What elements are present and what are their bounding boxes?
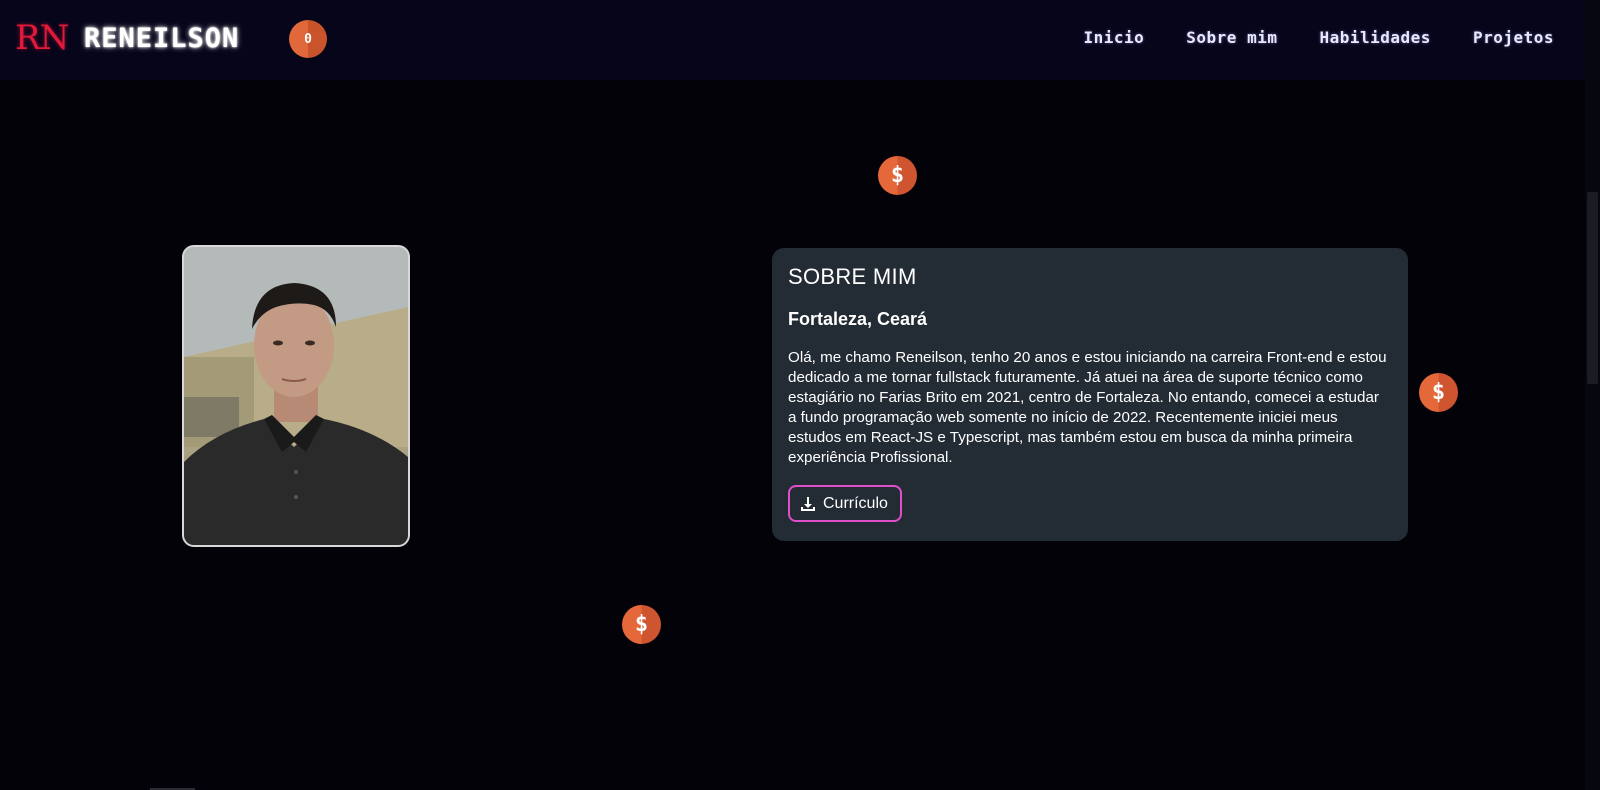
logo-mark[interactable]: RN bbox=[15, 18, 69, 58]
scrollbar-thumb[interactable] bbox=[1587, 192, 1598, 384]
nav-link-inicio[interactable]: Inicio bbox=[1083, 28, 1144, 47]
nav-link-projetos[interactable]: Projetos bbox=[1473, 28, 1554, 47]
portrait-illustration bbox=[184, 247, 408, 545]
download-icon bbox=[801, 496, 815, 511]
nav-link-habilidades[interactable]: Habilidades bbox=[1319, 28, 1430, 47]
coin-icon[interactable]: $ bbox=[1419, 373, 1458, 412]
about-card: SOBRE MIM Fortaleza, Ceará Olá, me chamo… bbox=[772, 248, 1408, 541]
nav-link-sobre-mim[interactable]: Sobre mim bbox=[1186, 28, 1277, 47]
site-header: RN RENEILSON 0 Inicio Sobre mim Habilida… bbox=[0, 0, 1585, 80]
about-description: Olá, me chamo Reneilson, tenho 20 anos e… bbox=[788, 349, 1387, 466]
coin-icon[interactable]: $ bbox=[878, 156, 917, 195]
logo-name[interactable]: RENEILSON bbox=[84, 22, 239, 56]
main-nav: Inicio Sobre mim Habilidades Projetos bbox=[1083, 28, 1554, 47]
coin-icon[interactable]: $ bbox=[622, 605, 661, 644]
coin-counter: 0 bbox=[289, 20, 327, 58]
about-title: SOBRE MIM bbox=[788, 264, 917, 289]
download-cv-button[interactable]: Currículo bbox=[788, 485, 902, 522]
about-location: Fortaleza, Ceará bbox=[788, 309, 928, 329]
page: RN RENEILSON 0 Inicio Sobre mim Habilida… bbox=[0, 0, 1600, 790]
download-cv-label: Currículo bbox=[823, 494, 888, 512]
profile-photo bbox=[182, 245, 410, 547]
scrollbar-track[interactable] bbox=[1585, 0, 1600, 790]
